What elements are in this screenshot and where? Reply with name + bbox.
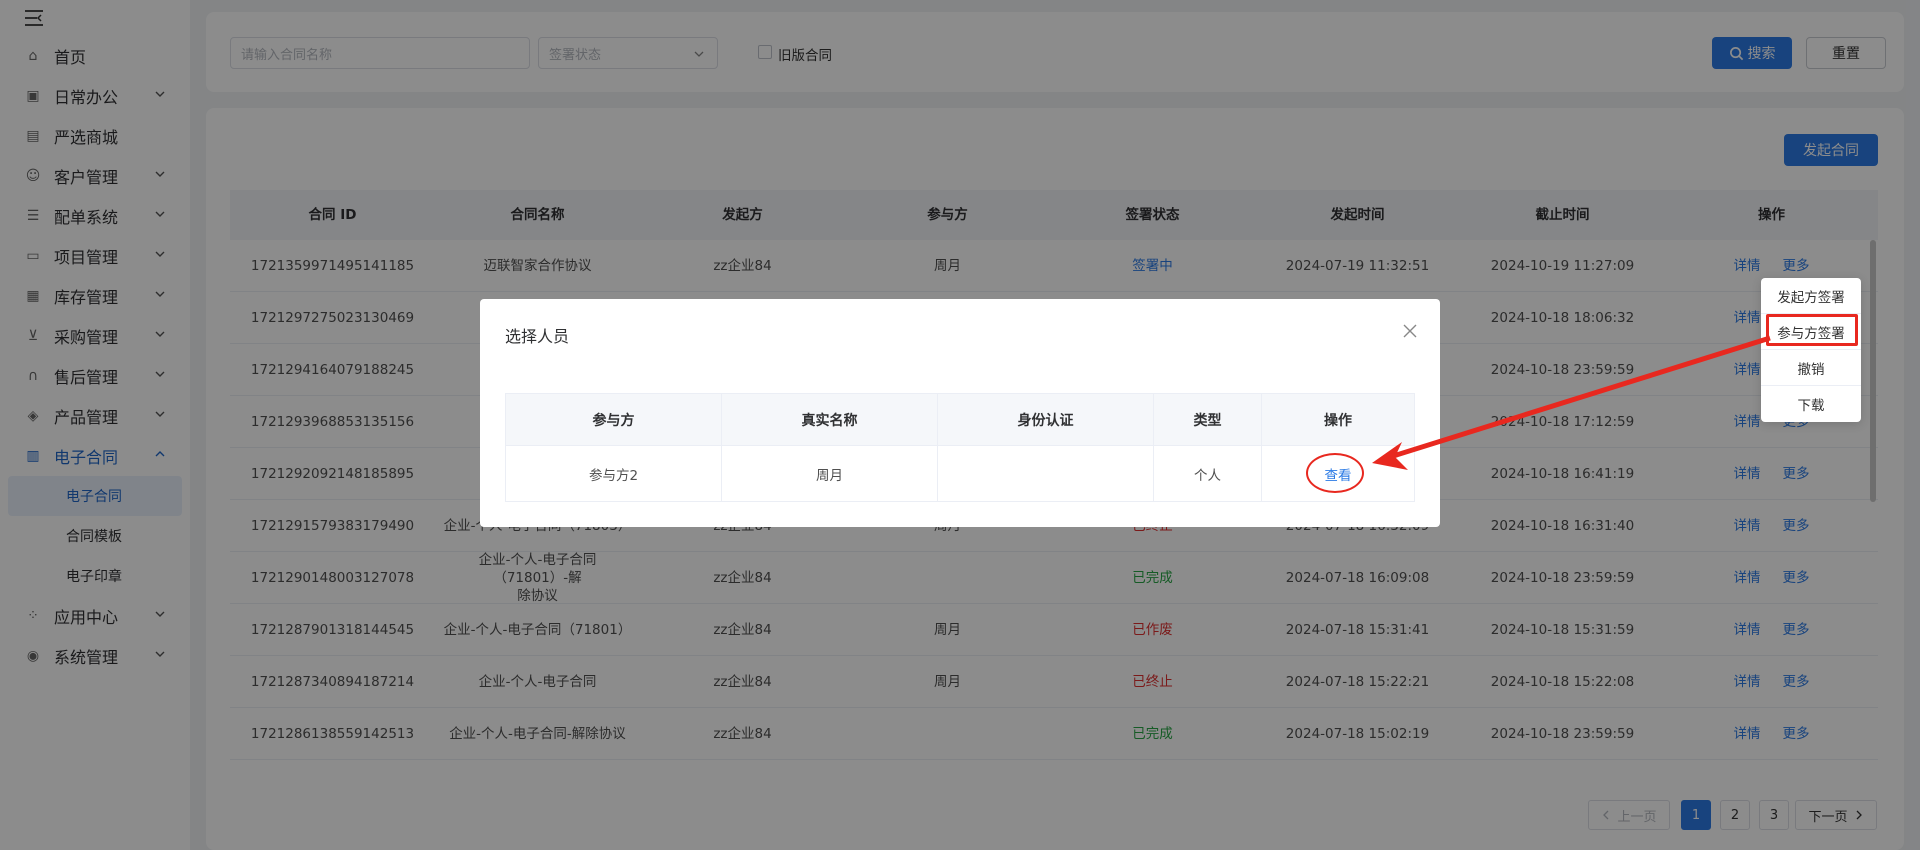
select-person-dialog: 选择人员 参与方 真实名称 身份认证 类型 操作 参与方2 周月 个人 查看 <box>480 299 1440 527</box>
dropdown-item-3[interactable]: 下载 <box>1761 386 1861 422</box>
person-column-header: 真实名称 <box>722 394 938 445</box>
annotation-highlight-box <box>1766 314 1858 346</box>
more-actions-dropdown: 发起方签署 参与方签署 撤销 下载 <box>1761 278 1861 422</box>
person-real-name: 周月 <box>722 446 938 501</box>
dropdown-item-0[interactable]: 发起方签署 <box>1761 278 1861 314</box>
dropdown-item-2[interactable]: 撤销 <box>1761 350 1861 386</box>
person-participant: 参与方2 <box>506 446 722 501</box>
person-column-header: 类型 <box>1154 394 1262 445</box>
dialog-title: 选择人员 <box>505 327 570 346</box>
person-row: 参与方2 周月 个人 查看 <box>506 446 1414 501</box>
person-type: 个人 <box>1154 446 1262 501</box>
close-icon[interactable] <box>1402 323 1418 339</box>
person-table-header: 参与方 真实名称 身份认证 类型 操作 <box>506 394 1414 446</box>
person-column-header: 操作 <box>1324 412 1352 429</box>
person-column-header: 身份认证 <box>938 394 1154 445</box>
person-identity <box>938 446 1154 501</box>
annotation-circle <box>1306 453 1364 493</box>
person-column-header: 参与方 <box>506 394 722 445</box>
person-table: 参与方 真实名称 身份认证 类型 操作 参与方2 周月 个人 查看 <box>505 393 1415 502</box>
